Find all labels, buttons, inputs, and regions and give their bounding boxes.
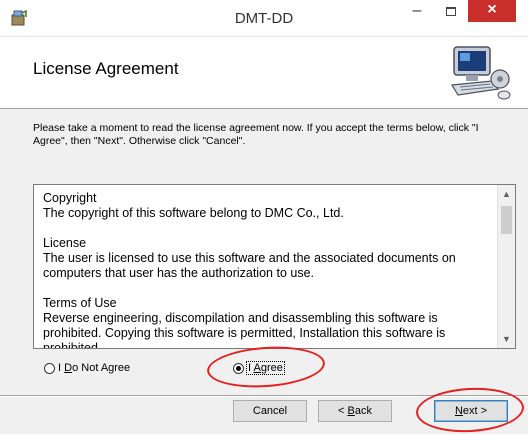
back-button[interactable]: < Back: [318, 400, 392, 422]
scroll-thumb[interactable]: [501, 206, 512, 234]
label-part: ext >: [462, 405, 488, 417]
access-key: B: [347, 405, 355, 417]
vertical-scrollbar[interactable]: ▲ ▼: [497, 185, 515, 348]
close-button[interactable]: ×: [468, 0, 516, 22]
label-part: o Not Agree: [72, 362, 131, 374]
title-bar[interactable]: DMT-DD – ×: [0, 0, 528, 37]
license-paragraph: Copyright The copyright of this software…: [43, 191, 344, 220]
next-button[interactable]: Next >: [434, 400, 508, 422]
radio-do-not-agree-label: I Do Not Agree: [58, 362, 130, 374]
label-part: ack: [354, 405, 372, 417]
instructions-text: Please take a moment to read the license…: [33, 122, 479, 147]
label-part: <: [338, 405, 348, 417]
minimize-button[interactable]: –: [400, 0, 434, 26]
scroll-up-icon[interactable]: ▲: [498, 189, 515, 199]
radio-circle-icon[interactable]: [44, 362, 55, 374]
license-text: Copyright The copyright of this software…: [43, 191, 498, 349]
license-paragraph: Terms of Use Reverse engineering, discom…: [43, 296, 446, 349]
label-part: gree: [260, 362, 283, 374]
radio-do-not-agree[interactable]: I Do Not Agree: [44, 360, 130, 376]
maximize-icon: [446, 7, 456, 16]
access-key: N: [454, 405, 463, 417]
access-key: A: [253, 362, 261, 374]
maximize-button[interactable]: [434, 0, 468, 26]
radio-selected-icon[interactable]: [233, 362, 244, 374]
page-title: License Agreement: [33, 59, 179, 78]
installer-window: DMT-DD – × License Agreement Please take…: [0, 0, 528, 435]
scroll-down-icon[interactable]: ▼: [498, 334, 515, 344]
radio-agree-label: I Agree: [246, 361, 285, 375]
license-paragraph: License The user is licensed to use this…: [43, 236, 456, 280]
radio-agree[interactable]: I Agree: [233, 360, 285, 376]
cancel-button[interactable]: Cancel: [233, 400, 307, 422]
button-separator: [0, 395, 528, 397]
wizard-header: License Agreement: [0, 37, 528, 109]
computer-setup-icon: [450, 46, 511, 100]
access-key: D: [64, 362, 73, 374]
license-text-box[interactable]: Copyright The copyright of this software…: [33, 184, 516, 349]
